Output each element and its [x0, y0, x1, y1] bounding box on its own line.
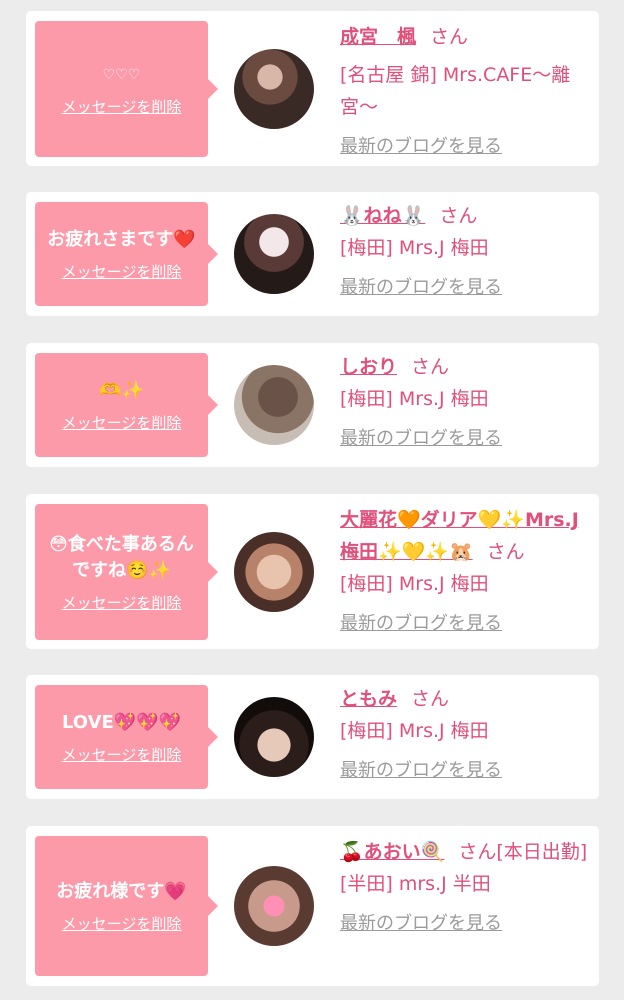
message-text: お疲れさまです❤️ — [47, 228, 196, 250]
delete-message-link[interactable]: メッセージを削除 — [62, 913, 182, 934]
message-card: お疲れさまです❤️ メッセージを削除 🐰ねね🐰 さん [梅田] Mrs.J 梅田 … — [26, 192, 599, 316]
avatar[interactable] — [234, 697, 314, 777]
honorific: さん — [439, 205, 478, 227]
girl-info: 🐰ねね🐰 さん [梅田] Mrs.J 梅田 最新のブログを見る — [340, 200, 589, 304]
message-bubble: お疲れさまです❤️ メッセージを削除 — [35, 202, 218, 306]
message-bubble: お疲れ様です💗 メッセージを削除 — [35, 836, 218, 976]
shop-name: [梅田] Mrs.J 梅田 — [340, 237, 489, 259]
delete-message-link[interactable]: メッセージを削除 — [62, 412, 182, 433]
avatar[interactable] — [234, 49, 314, 129]
honorific: さん — [430, 26, 469, 48]
shop-name: [梅田] Mrs.J 梅田 — [340, 388, 489, 410]
avatar[interactable] — [234, 532, 314, 612]
latest-blog-link[interactable]: 最新のブログを見る — [340, 608, 589, 640]
girl-name-link[interactable]: ともみ — [340, 688, 397, 710]
message-bubble: LOVE💖💖💖 メッセージを削除 — [35, 685, 218, 789]
message-bubble: 😳食べた事あるんですね☺️✨ メッセージを削除 — [35, 504, 218, 640]
latest-blog-link[interactable]: 最新のブログを見る — [340, 755, 589, 787]
message-card: LOVE💖💖💖 メッセージを削除 ともみ さん [梅田] Mrs.J 梅田 最新の… — [26, 675, 599, 799]
girl-name-link[interactable]: しおり — [340, 356, 397, 378]
latest-blog-link[interactable]: 最新のブログを見る — [340, 423, 589, 455]
honorific: さん — [486, 541, 525, 563]
message-text: 🫶✨ — [99, 379, 144, 401]
latest-blog-link[interactable]: 最新のブログを見る — [340, 272, 589, 304]
message-card: 🫶✨ メッセージを削除 しおり さん [梅田] Mrs.J 梅田 最新のブログを見… — [26, 343, 599, 467]
girl-info: しおり さん [梅田] Mrs.J 梅田 最新のブログを見る — [340, 351, 589, 455]
message-bubble: 🫶✨ メッセージを削除 — [35, 353, 218, 457]
delete-message-link[interactable]: メッセージを削除 — [62, 96, 182, 117]
latest-blog-link[interactable]: 最新のブログを見る — [340, 131, 589, 163]
girl-name-link[interactable]: 🍒あおい🍭 — [340, 841, 444, 863]
girl-info: ともみ さん [梅田] Mrs.J 梅田 最新のブログを見る — [340, 683, 589, 787]
message-text: 😳食べた事あるんですね☺️✨ — [49, 533, 194, 581]
delete-message-link[interactable]: メッセージを削除 — [62, 592, 182, 613]
honorific: さん[本日出勤] — [458, 841, 588, 863]
delete-message-link[interactable]: メッセージを削除 — [62, 744, 182, 765]
message-bubble: ♡♡♡ メッセージを削除 — [35, 21, 218, 157]
message-card: ♡♡♡ メッセージを削除 成宮 楓さん [名古屋 錦] Mrs.CAFE〜離宮〜… — [26, 11, 599, 166]
message-card: 😳食べた事あるんですね☺️✨ メッセージを削除 大麗花🧡ダリア💛✨Mrs.J 梅… — [26, 494, 599, 649]
shop-name: [半田] mrs.J 半田 — [340, 873, 491, 895]
shop-name: [梅田] Mrs.J 梅田 — [340, 720, 489, 742]
message-text: LOVE💖💖💖 — [61, 711, 182, 733]
avatar[interactable] — [234, 365, 314, 445]
girl-info: 🍒あおい🍭 さん[本日出勤] [半田] mrs.J 半田 最新のブログを見る — [340, 836, 589, 940]
girl-name-link[interactable]: 大麗花🧡ダリア💛✨Mrs.J 梅田✨💛✨🐹 — [340, 509, 579, 563]
message-text: ♡♡♡ — [102, 66, 141, 83]
shop-name: [梅田] Mrs.J 梅田 — [340, 573, 489, 595]
honorific: さん — [411, 688, 450, 710]
avatar[interactable] — [234, 866, 314, 946]
girl-info: 成宮 楓さん [名古屋 錦] Mrs.CAFE〜離宮〜 最新のブログを見る — [340, 21, 589, 163]
avatar[interactable] — [234, 214, 314, 294]
girl-info: 大麗花🧡ダリア💛✨Mrs.J 梅田✨💛✨🐹 さん [梅田] Mrs.J 梅田 最新… — [340, 504, 589, 640]
message-list: ♡♡♡ メッセージを削除 成宮 楓さん [名古屋 錦] Mrs.CAFE〜離宮〜… — [0, 0, 624, 986]
message-card: お疲れ様です💗 メッセージを削除 🍒あおい🍭 さん[本日出勤] [半田] mrs.… — [26, 826, 599, 986]
honorific: さん — [411, 356, 450, 378]
girl-name-link[interactable]: 成宮 楓 — [340, 26, 416, 48]
shop-name: [名古屋 錦] Mrs.CAFE〜離宮〜 — [340, 64, 571, 118]
delete-message-link[interactable]: メッセージを削除 — [62, 261, 182, 282]
girl-name-link[interactable]: 🐰ねね🐰 — [340, 205, 425, 227]
message-text: お疲れ様です💗 — [56, 880, 187, 902]
latest-blog-link[interactable]: 最新のブログを見る — [340, 908, 589, 940]
